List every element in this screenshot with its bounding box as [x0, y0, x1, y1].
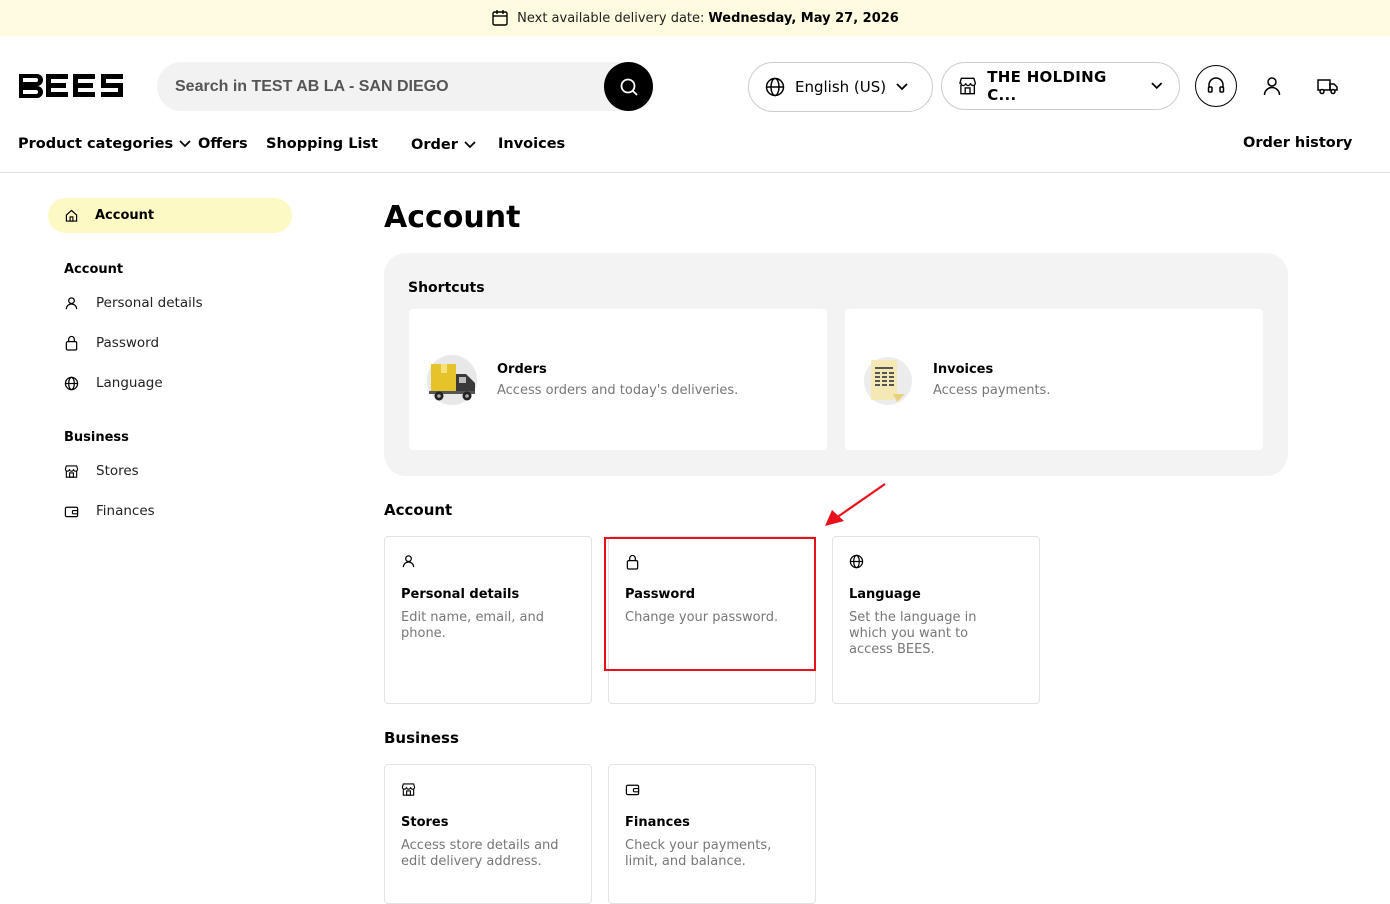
sidebar-heading-account: Account — [64, 262, 124, 277]
user-icon — [65, 296, 78, 309]
shortcut-title: Orders — [497, 362, 547, 377]
chevron-down-icon — [896, 83, 908, 91]
language-selector[interactable]: English (US) — [748, 62, 933, 112]
chevron-down-icon — [1151, 82, 1163, 90]
chevron-down-icon — [179, 140, 191, 148]
card-title: Stores — [401, 815, 449, 830]
card-title: Language — [849, 587, 921, 602]
truck-icon[interactable] — [1317, 76, 1339, 96]
main-nav: Product categories Offers Shopping List … — [0, 135, 1390, 160]
delivery-date: Wednesday, May 27, 2026 — [708, 10, 899, 26]
page-title: Account — [384, 200, 521, 235]
card-title: Finances — [625, 815, 690, 830]
headset-icon — [1207, 77, 1225, 93]
card-language[interactable]: Language Set the language in which you w… — [832, 536, 1040, 704]
shortcuts-heading: Shortcuts — [408, 280, 485, 296]
sidebar-item-password[interactable]: Password — [64, 335, 159, 351]
store-icon — [959, 77, 976, 95]
nav-label: Order — [411, 137, 458, 153]
delivery-truck-icon — [427, 355, 477, 405]
sidebar-item-label: Stores — [96, 463, 139, 479]
card-title: Personal details — [401, 587, 520, 602]
shortcut-title: Invoices — [933, 362, 994, 377]
store-selector[interactable]: THE HOLDING C... — [941, 62, 1180, 110]
store-label: THE HOLDING C... — [987, 68, 1107, 104]
nav-label: Product categories — [18, 136, 174, 152]
card-stores[interactable]: Stores Access store details and edit del… — [384, 764, 592, 904]
delivery-banner: Next available delivery date: Wednesday,… — [0, 0, 1390, 36]
chevron-down-icon — [464, 141, 476, 149]
shortcut-invoices[interactable]: Invoices Access payments. — [845, 309, 1263, 450]
sidebar-item-personal-details[interactable]: Personal details — [64, 295, 203, 311]
card-description: Access store details and edit delivery a… — [401, 838, 559, 869]
search-icon — [620, 78, 638, 96]
nav-product-categories[interactable]: Product categories — [18, 136, 191, 152]
header-divider — [0, 172, 1390, 173]
user-icon[interactable] — [1262, 76, 1282, 96]
delivery-label: Next available delivery date: — [517, 10, 705, 26]
home-icon — [65, 209, 78, 222]
calendar-icon — [492, 10, 508, 26]
card-description: Set the language in which you want to ac… — [849, 610, 977, 657]
wallet-icon — [625, 784, 640, 796]
card-description: Edit name, email, and phone. — [401, 610, 545, 641]
store-icon — [64, 464, 79, 478]
business-section-heading: Business — [384, 729, 459, 747]
shortcut-description: Access payments. — [933, 383, 1051, 398]
sidebar-item-label: Language — [96, 375, 163, 391]
highlight-box — [604, 537, 816, 671]
store-icon — [401, 783, 416, 796]
nav-invoices[interactable]: Invoices — [498, 136, 565, 152]
invoice-icon — [864, 357, 912, 405]
card-personal-details[interactable]: Personal details Edit name, email, and p… — [384, 536, 592, 704]
account-section-heading: Account — [384, 501, 453, 519]
sidebar-item-label: Account — [95, 208, 155, 223]
search-bar — [157, 62, 653, 111]
sidebar-item-stores[interactable]: Stores — [64, 463, 139, 479]
sidebar-item-account[interactable]: Account — [48, 198, 292, 233]
sidebar-item-label: Finances — [96, 503, 155, 519]
card-finances[interactable]: Finances Check your payments, limit, and… — [608, 764, 816, 904]
language-label: English (US) — [795, 78, 887, 96]
nav-label: Shopping List — [266, 136, 378, 152]
shortcut-orders[interactable]: Orders Access orders and today's deliver… — [409, 309, 827, 450]
globe-icon — [765, 77, 785, 97]
nav-order-history[interactable]: Order history — [1243, 135, 1352, 151]
sidebar-heading-business: Business — [64, 430, 129, 445]
sidebar-item-language[interactable]: Language — [64, 375, 163, 391]
nav-order[interactable]: Order — [411, 137, 476, 153]
globe-icon — [64, 376, 79, 390]
search-button[interactable] — [604, 62, 653, 111]
card-description: Check your payments, limit, and balance. — [625, 838, 772, 869]
bees-logo[interactable] — [19, 70, 125, 107]
sidebar-item-label: Password — [96, 335, 160, 351]
red-arrow-annotation — [825, 483, 886, 526]
nav-label: Invoices — [498, 136, 566, 152]
nav-shopping-list[interactable]: Shopping List — [266, 136, 378, 152]
shortcuts-panel: Shortcuts Orders Access orders and today… — [384, 253, 1288, 476]
wallet-icon — [64, 506, 79, 517]
nav-label: Offers — [198, 136, 248, 152]
shortcut-description: Access orders and today's deliveries. — [497, 383, 739, 398]
nav-label: Order history — [1243, 135, 1353, 151]
support-button[interactable] — [1195, 65, 1237, 107]
nav-offers[interactable]: Offers — [198, 136, 248, 152]
lock-icon — [65, 335, 78, 351]
sidebar-item-finances[interactable]: Finances — [64, 503, 155, 519]
user-icon — [402, 555, 415, 568]
globe-icon — [849, 554, 864, 569]
search-input[interactable] — [175, 77, 595, 96]
sidebar-item-label: Personal details — [96, 295, 203, 311]
